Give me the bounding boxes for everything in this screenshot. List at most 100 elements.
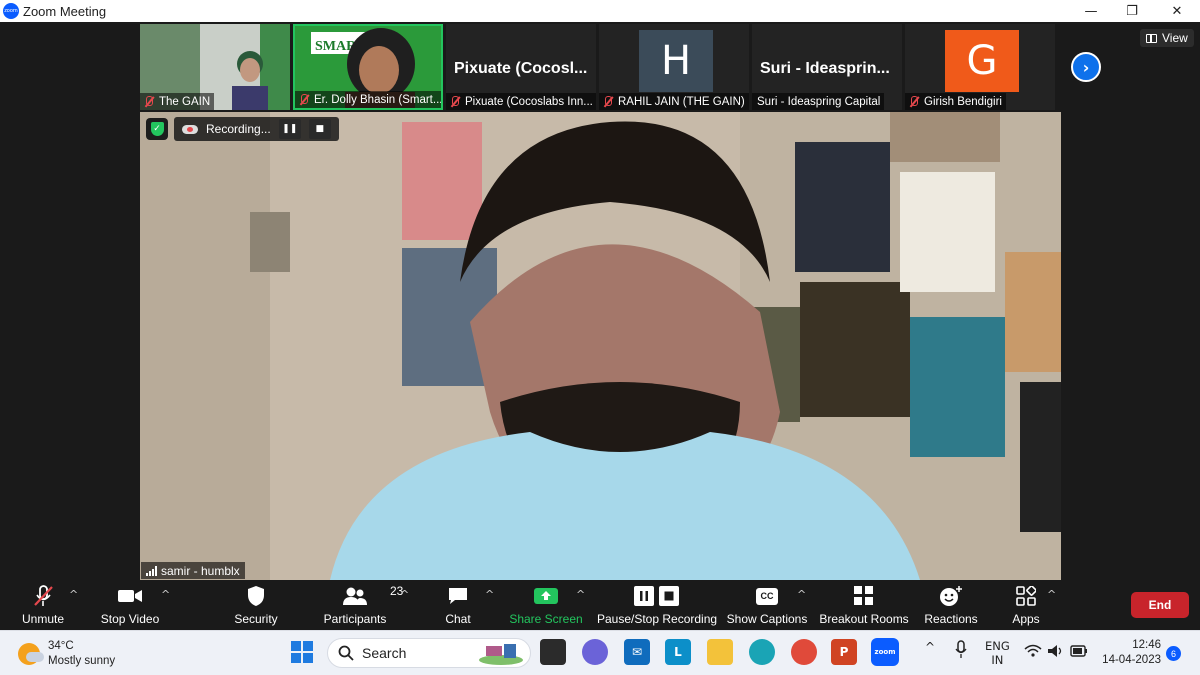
security-label: Security — [234, 612, 278, 626]
participant-name: Girish Bendigiri — [924, 95, 1002, 108]
minimize-button[interactable]: — — [1071, 0, 1111, 22]
participant-avatar: H — [639, 30, 713, 92]
weather-condition: Mostly sunny — [48, 655, 116, 667]
chat-options-caret[interactable]: ^ — [485, 588, 494, 601]
notification-badge[interactable]: 6 — [1166, 646, 1181, 661]
clock-time: 12:46 — [1132, 639, 1161, 651]
participant-tile[interactable]: Pixuate (Cocosl... Pixuate (Cocoslabs In… — [446, 24, 596, 110]
zoom-logo-icon: zoom — [3, 3, 19, 19]
share-screen-button[interactable]: Share Screen — [509, 580, 583, 630]
temperature: 34°C — [48, 640, 74, 652]
participant-name: The GAIN — [159, 95, 211, 108]
participant-name-bar: Suri - Ideaspring Capital — [752, 93, 885, 110]
stop-video-button[interactable]: Stop Video — [100, 580, 160, 630]
apps-label: Apps — [1012, 612, 1040, 626]
chat-label: Chat — [445, 612, 471, 626]
pause-stop-recording-label: Pause/Stop Recording — [596, 612, 718, 626]
windows-taskbar: 34°C Mostly sunny Search ✉ L P zoom ^ EN… — [0, 630, 1200, 675]
stop-recording-button[interactable]: ■ — [308, 119, 331, 139]
teams-chat-icon[interactable] — [582, 639, 608, 665]
muted-mic-icon — [601, 95, 614, 108]
task-view-icon[interactable] — [540, 639, 566, 665]
battery-icon[interactable] — [1070, 645, 1088, 657]
captions-options-caret[interactable]: ^ — [797, 588, 806, 601]
taskbar-search-input[interactable]: Search — [327, 638, 531, 668]
zoom-app-icon[interactable]: zoom — [871, 638, 899, 666]
participant-name-bar: Girish Bendigiri — [905, 93, 1006, 110]
recording-controls-icon — [634, 584, 680, 608]
participants-label: Participants — [323, 612, 387, 626]
muted-mic-icon — [297, 93, 310, 106]
file-explorer-icon[interactable] — [707, 639, 733, 665]
share-screen-icon — [534, 584, 558, 608]
next-page-button[interactable]: › — [1071, 52, 1101, 82]
participant-tile[interactable]: The GAIN — [140, 24, 290, 110]
breakout-rooms-button[interactable]: Breakout Rooms — [819, 580, 909, 630]
shield-check-icon: ✓ — [150, 122, 164, 136]
muted-mic-icon — [142, 95, 155, 108]
participant-name: Suri - Ideaspring Capital — [757, 95, 881, 108]
cloud-recording-icon — [182, 123, 198, 135]
pause-recording-button[interactable]: ❚❚ — [278, 119, 301, 139]
audio-options-caret[interactable]: ^ — [69, 588, 78, 601]
participant-tile[interactable]: SMAR Er. Dolly Bhasin (Smart... — [293, 24, 443, 110]
volume-icon[interactable] — [1047, 644, 1065, 658]
close-button[interactable]: ✕ — [1157, 0, 1197, 22]
encryption-shield[interactable]: ✓ — [146, 118, 168, 140]
language-region: IN — [991, 653, 1004, 667]
participant-tile[interactable]: H RAHIL JAIN (THE GAIN) — [599, 24, 749, 110]
lexicon-app-icon[interactable]: L — [665, 639, 691, 665]
muted-microphone-icon — [32, 584, 54, 608]
participants-options-caret[interactable]: ^ — [400, 588, 409, 601]
participant-name-bar: RAHIL JAIN (THE GAIN) — [599, 93, 749, 110]
mail-icon[interactable]: ✉ — [624, 639, 650, 665]
unmute-button[interactable]: Unmute — [18, 580, 68, 630]
powerpoint-icon[interactable]: P — [831, 639, 857, 665]
security-button[interactable]: Security — [232, 580, 280, 630]
microphone-tray-icon[interactable] — [954, 640, 968, 660]
show-captions-label: Show Captions — [726, 612, 808, 626]
apps-options-caret[interactable]: ^ — [1047, 588, 1056, 601]
recording-label: Recording... — [206, 122, 271, 136]
pause-stop-recording-button[interactable]: Pause/Stop Recording — [596, 580, 718, 630]
share-screen-label: Share Screen — [509, 612, 583, 626]
taskbar-clock[interactable]: 12:46 14-04-2023 — [1099, 638, 1161, 668]
view-button[interactable]: View — [1140, 29, 1194, 47]
video-options-caret[interactable]: ^ — [161, 588, 170, 601]
muted-mic-icon — [907, 95, 920, 108]
participant-avatar: G — [945, 30, 1019, 92]
gallery-strip: The GAIN SMAR Er. Dolly Bhasin (Smart...… — [140, 24, 1055, 110]
apps-button[interactable]: Apps — [1010, 580, 1042, 630]
participant-tile[interactable]: Suri - Ideasprin... Suri - Ideaspring Ca… — [752, 24, 902, 110]
clock-date: 14-04-2023 — [1102, 654, 1161, 666]
speaker-video-frame — [140, 112, 1061, 580]
weather-widget[interactable]: 34°C Mostly sunny — [18, 639, 115, 669]
show-captions-button[interactable]: CC Show Captions — [727, 580, 807, 630]
windows-start-icon[interactable] — [289, 639, 315, 665]
active-speaker-video — [140, 112, 1061, 580]
window-title: Zoom Meeting — [23, 3, 107, 19]
meeting-toolbar: Unmute ^ Stop Video ^ Security 23 Partic… — [0, 580, 1200, 630]
reactions-smiley-icon — [939, 584, 963, 608]
participants-button[interactable]: 23 Participants — [322, 580, 404, 630]
chrome-browser-icon[interactable] — [791, 639, 817, 665]
restore-button[interactable]: ❐ — [1112, 0, 1152, 22]
wifi-icon[interactable] — [1024, 644, 1042, 658]
input-language-indicator[interactable]: ENG IN — [985, 639, 1010, 667]
captions-icon: CC — [756, 584, 778, 608]
edge-browser-icon[interactable] — [749, 639, 775, 665]
chat-button[interactable]: Chat — [440, 580, 476, 630]
reactions-button[interactable]: Reactions — [924, 580, 978, 630]
participant-display-name: Suri - Ideasprin... — [760, 60, 890, 77]
share-options-caret[interactable]: ^ — [576, 588, 585, 601]
breakout-rooms-icon — [854, 584, 874, 608]
security-shield-icon — [246, 584, 266, 608]
unmute-label: Unmute — [21, 612, 65, 626]
participant-tile[interactable]: G Girish Bendigiri — [905, 24, 1055, 110]
participant-name-bar: The GAIN — [140, 93, 215, 110]
video-camera-icon — [117, 584, 143, 608]
partly-sunny-icon — [18, 643, 44, 665]
end-meeting-button[interactable]: End — [1131, 592, 1189, 618]
participants-icon: 23 — [342, 584, 403, 608]
show-hidden-icons-button[interactable]: ^ — [925, 640, 935, 654]
